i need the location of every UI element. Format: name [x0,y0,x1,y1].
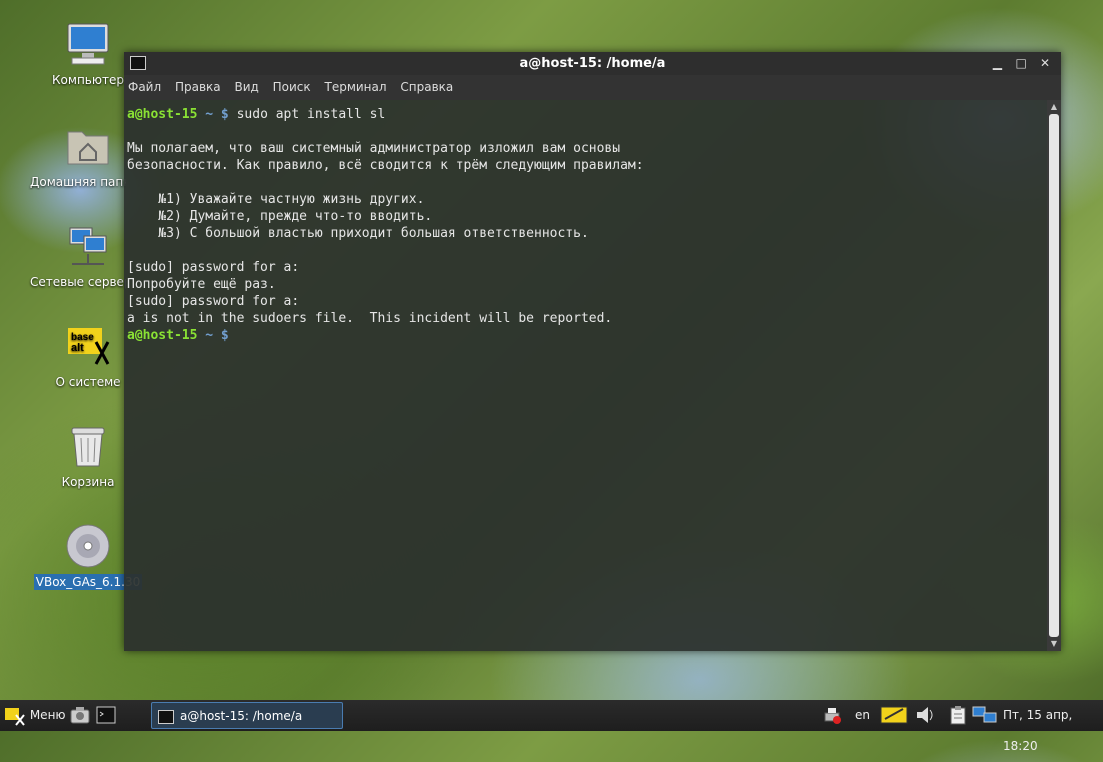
prompt-user: a@host-15 [127,107,198,122]
menu-file[interactable]: Файл [128,80,161,94]
camera-folder-icon [70,707,90,724]
menu-bar: Файл Правка Вид Поиск Терминал Справка [124,75,1061,100]
clock[interactable]: Пт, 15 апр, 18:20 [1003,700,1103,753]
terminal-line: a is not in the sudoers file. This incid… [127,311,613,326]
menu-help[interactable]: Справка [400,80,453,94]
printer-icon[interactable] [822,705,842,725]
network-servers-icon [64,222,112,270]
basealt-menu-icon [5,707,25,726]
scroll-up-icon[interactable]: ▲ [1047,100,1061,114]
keyboard-layout-indicator[interactable]: en [855,700,870,731]
terminal-line: №1) Уважайте частную жизнь других. [127,192,425,207]
taskbar-window-button[interactable]: a@host-15: /home/a [151,702,343,729]
terminal-icon [96,706,116,724]
terminal-line-prompt: a@host-15 ~ $ [127,327,1044,344]
prompt-user: a@host-15 [127,328,198,343]
window-title: a@host-15: /home/a [519,56,666,71]
trash-icon [64,422,112,470]
prompt-path: ~ $ [197,328,229,343]
menu-edit[interactable]: Правка [175,80,221,94]
terminal-line: №2) Думайте, прежде что-то вводить. [127,209,433,224]
desktop-icon-label: Сетевые серверы [30,275,126,289]
menu-view[interactable]: Вид [234,80,258,94]
window-titlebar[interactable]: a@host-15: /home/a ▁ □ ✕ [124,52,1061,75]
start-menu-label: Меню [29,708,66,722]
menu-search[interactable]: Поиск [273,80,311,94]
terminal-launcher[interactable] [96,705,116,725]
file-manager-launcher[interactable] [70,705,90,725]
terminal-line: [sudo] password for a: [127,260,300,275]
command-text: sudo apt install sl [228,107,386,122]
terminal-line: №3) С большой властью приходит большая о… [127,226,589,241]
computer-icon [64,20,112,68]
svg-text:alt: alt [71,342,84,354]
terminal-line-command: a@host-15 ~ $ sudo apt install sl [127,106,1044,123]
terminal-line: Мы полагаем, что ваш системный администр… [127,141,621,156]
network-icon[interactable] [972,705,998,725]
terminal-output[interactable]: a@host-15 ~ $ sudo apt install sl Мы пол… [124,100,1047,651]
scroll-thumb[interactable] [1049,114,1059,637]
cd-disc-icon [64,522,112,570]
terminal-line: [sudo] password for a: [127,294,300,309]
terminal-window[interactable]: a@host-15: /home/a ▁ □ ✕ Файл Правка Вид… [124,52,1061,651]
minimize-button[interactable]: ▁ [987,52,1007,75]
start-menu-button[interactable]: Меню [4,700,66,731]
terminal-icon [158,709,174,724]
prompt-path: ~ $ [197,107,229,122]
terminal-line: безопасности. Как правило, всё сводится … [127,158,644,173]
volume-icon[interactable] [914,705,934,725]
terminal-icon [130,56,146,70]
home-folder-icon [64,122,112,170]
terminal-line: Попробуйте ещё раз. [127,277,276,292]
taskbar: Меню a@host-15: /home/a en Пт, 15 апр, 1… [0,700,1103,753]
menu-terminal[interactable]: Терминал [324,80,386,94]
clipboard-icon[interactable] [948,705,968,725]
taskbar-window-label: a@host-15: /home/a [180,709,303,723]
close-button[interactable]: ✕ [1035,52,1055,75]
maximize-button[interactable]: □ [1011,52,1031,75]
scroll-down-icon[interactable]: ▼ [1047,637,1061,651]
basealt-logo-icon: base alt [64,322,112,370]
screenshot-tool-icon[interactable] [880,705,910,725]
desktop-icon-label: Домашняя папка [30,175,126,189]
vertical-scrollbar[interactable]: ▲ ▼ [1047,100,1061,651]
window-controls: ▁ □ ✕ [987,52,1055,75]
